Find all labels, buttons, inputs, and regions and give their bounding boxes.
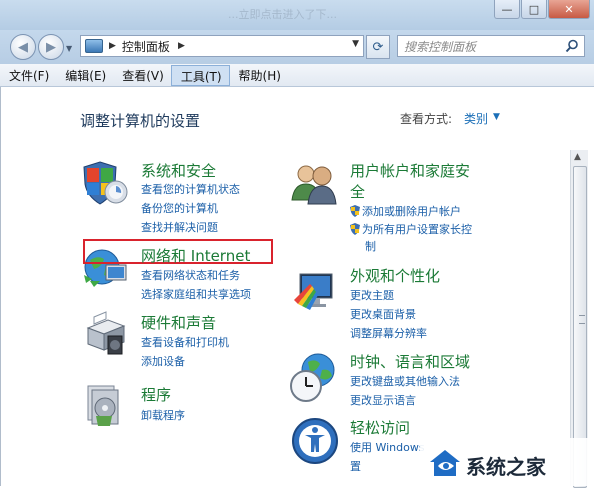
window-controls: — □ ✕: [494, 0, 590, 19]
view-by-caret-icon[interactable]: ▼: [493, 112, 500, 122]
watermark: 系统之家: [420, 438, 594, 486]
control-panel-icon: [85, 39, 103, 53]
link-view-devices-printers[interactable]: 查看设备和打印机: [141, 334, 229, 350]
menu-edit[interactable]: 编辑(E): [56, 64, 113, 86]
category-title-system-security[interactable]: 系统和安全: [141, 160, 216, 181]
link-change-display-language[interactable]: 更改显示语言: [350, 392, 416, 408]
search-input[interactable]: 搜索控制面板: [397, 35, 585, 57]
link-change-keyboard-input[interactable]: 更改键盘或其他输入法: [350, 373, 460, 389]
ease-access-icon: [292, 418, 338, 464]
faded-title-text: ...立即点击进入了下...: [228, 8, 337, 21]
breadcrumb-separator-icon[interactable]: ▶: [178, 41, 185, 51]
back-button[interactable]: ◀: [10, 34, 36, 60]
breadcrumb-control-panel[interactable]: 控制面板: [122, 38, 170, 55]
refresh-icon: ⟳: [372, 39, 384, 55]
search-icon[interactable]: [564, 38, 580, 54]
view-by-label: 查看方式:: [400, 112, 453, 126]
link-change-desktop-background[interactable]: 更改桌面背景: [350, 306, 416, 322]
link-parental-controls[interactable]: 为所有用户设置家长控: [350, 221, 472, 237]
programs-icon: [87, 385, 119, 426]
link-view-computer-status[interactable]: 查看您的计算机状态: [141, 181, 240, 197]
uac-shield-icon: [350, 223, 360, 235]
forward-button[interactable]: ▶: [38, 34, 64, 60]
link-parental-controls-wrap[interactable]: 制: [365, 238, 376, 254]
link-adjust-resolution[interactable]: 调整屏幕分辨率: [350, 325, 427, 341]
link-view-network-status[interactable]: 查看网络状态和任务: [141, 267, 240, 283]
link-ease-wrap[interactable]: 置: [350, 458, 361, 474]
menu-file[interactable]: 文件(F): [0, 64, 56, 86]
link-parental-controls-label: 为所有用户设置家长控: [362, 223, 472, 236]
link-homegroup-sharing[interactable]: 选择家庭组和共享选项: [141, 286, 251, 302]
menu-view[interactable]: 查看(V): [113, 64, 171, 86]
category-title-hardware-sound[interactable]: 硬件和声音: [141, 312, 216, 333]
clock-globe-icon: [290, 353, 335, 402]
refresh-button[interactable]: ⟳: [366, 35, 390, 59]
view-by-dropdown[interactable]: 类别: [464, 110, 488, 127]
watermark-logo-icon: [430, 450, 460, 476]
watermark-text: 系统之家: [466, 455, 546, 479]
breadcrumb-separator-icon[interactable]: ▶: [109, 41, 116, 51]
users-icon: [291, 165, 337, 205]
link-troubleshoot[interactable]: 查找并解决问题: [141, 219, 218, 235]
recent-pages-dropdown[interactable]: ▼: [66, 44, 72, 53]
link-add-remove-accounts[interactable]: 添加或删除用户帐户: [350, 203, 461, 219]
minimize-button[interactable]: —: [494, 0, 520, 19]
title-bar: ...立即点击进入了下... — □ ✕: [0, 0, 594, 30]
link-change-theme[interactable]: 更改主题: [350, 287, 394, 303]
maximize-button[interactable]: □: [521, 0, 547, 19]
page-title: 调整计算机的设置: [80, 112, 201, 130]
appearance-icon: [294, 273, 333, 310]
category-title-ease-of-access[interactable]: 轻松访问: [350, 417, 410, 438]
link-backup-computer[interactable]: 备份您的计算机: [141, 200, 218, 216]
link-uninstall-program[interactable]: 卸载程序: [141, 407, 185, 423]
menu-help[interactable]: 帮助(H): [230, 64, 288, 86]
category-title-user-accounts[interactable]: 用户帐户和家庭安: [350, 160, 470, 181]
back-arrow-icon: ◀: [18, 39, 28, 55]
category-title-clock-language[interactable]: 时钟、语言和区域: [350, 351, 470, 372]
address-dropdown-icon[interactable]: ▼: [352, 39, 359, 49]
printer-icon: [86, 311, 126, 355]
category-title-appearance[interactable]: 外观和个性化: [350, 265, 440, 286]
menu-tools[interactable]: 工具(T): [170, 65, 230, 86]
category-title-user-accounts-line2[interactable]: 全: [350, 181, 365, 202]
link-add-remove-accounts-label: 添加或删除用户帐户: [362, 205, 461, 218]
search-placeholder: 搜索控制面板: [404, 39, 477, 54]
uac-shield-icon: [350, 205, 360, 217]
scroll-up-icon[interactable]: ▲: [574, 152, 581, 162]
category-title-network-internet[interactable]: 网络和 Internet: [141, 245, 250, 266]
shield-icon: [83, 161, 128, 205]
menu-bar: 文件(F) 编辑(E) 查看(V) 工具(T) 帮助(H): [0, 64, 594, 87]
link-use-windows[interactable]: 使用 Windows: [350, 439, 425, 455]
category-title-programs[interactable]: 程序: [141, 384, 171, 405]
address-bar[interactable]: ▶ 控制面板 ▶ ▼: [80, 35, 364, 57]
vertical-scrollbar[interactable]: ▲: [570, 150, 588, 488]
scroll-grip-icon: [579, 315, 585, 324]
close-button[interactable]: ✕: [548, 0, 590, 19]
link-add-device[interactable]: 添加设备: [141, 353, 185, 369]
forward-arrow-icon: ▶: [46, 39, 56, 55]
